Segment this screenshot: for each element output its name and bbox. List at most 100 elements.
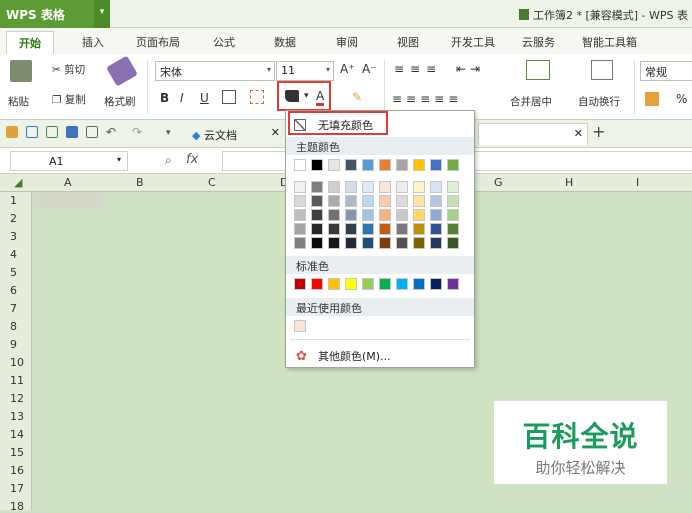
shrink-font-button[interactable]: A⁻ [362, 62, 377, 76]
tab-home[interactable]: 开始 [6, 31, 54, 54]
tab-data[interactable]: 数据 [274, 34, 296, 50]
color-swatch[interactable] [447, 159, 459, 171]
row-header-cell[interactable]: 11 [10, 374, 24, 387]
color-swatch[interactable] [328, 278, 340, 290]
italic-button[interactable]: I [180, 91, 184, 105]
color-swatch[interactable] [413, 195, 425, 207]
cloud-docs-tab[interactable]: ◆ 云文档 ✕ [186, 123, 286, 145]
color-swatch[interactable] [345, 159, 357, 171]
paste-button[interactable]: 粘贴 [8, 94, 29, 109]
column-header-cell[interactable]: C [208, 176, 216, 189]
color-swatch[interactable] [430, 159, 442, 171]
color-swatch[interactable] [379, 209, 391, 221]
copy-button[interactable]: ❐ 复制 [52, 92, 86, 107]
format-painter-button[interactable]: 格式刷 [104, 94, 136, 109]
row-header-cell[interactable]: 6 [10, 284, 17, 297]
color-swatch[interactable] [311, 237, 323, 249]
text-effect-icon[interactable]: ✎ [352, 90, 362, 104]
color-swatch[interactable] [413, 159, 425, 171]
color-swatch[interactable] [396, 237, 408, 249]
color-swatch[interactable] [345, 181, 357, 193]
color-swatch[interactable] [328, 159, 340, 171]
workbook-tab[interactable]: ✕ [478, 123, 588, 145]
row-header-cell[interactable]: 8 [10, 320, 17, 333]
color-swatch[interactable] [413, 209, 425, 221]
merge-center-icon[interactable] [526, 60, 550, 80]
color-swatch[interactable] [413, 278, 425, 290]
color-swatch[interactable] [294, 159, 306, 171]
color-swatch[interactable] [362, 181, 374, 193]
print-preview-icon[interactable] [86, 126, 98, 138]
color-swatch[interactable] [311, 195, 323, 207]
insert-function-button[interactable]: fx [186, 152, 198, 167]
cut-button[interactable]: ✂ 剪切 [52, 62, 85, 77]
font-name-select[interactable]: 宋体 ▾ [155, 61, 275, 81]
column-header-cell[interactable]: A [64, 176, 72, 189]
color-swatch[interactable] [362, 278, 374, 290]
color-swatch[interactable] [311, 209, 323, 221]
row-header-cell[interactable]: 17 [10, 482, 24, 495]
save-icon[interactable] [26, 126, 38, 138]
color-swatch[interactable] [447, 209, 459, 221]
currency-icon[interactable] [645, 92, 659, 106]
select-all-corner[interactable]: ◢ [14, 176, 22, 189]
row-header-cell[interactable]: 5 [10, 266, 17, 279]
color-swatch[interactable] [311, 278, 323, 290]
color-swatch[interactable] [396, 195, 408, 207]
tab-developer[interactable]: 开发工具 [451, 34, 495, 50]
color-swatch[interactable] [379, 223, 391, 235]
color-swatch[interactable] [396, 159, 408, 171]
color-swatch[interactable] [362, 223, 374, 235]
color-swatch[interactable] [379, 159, 391, 171]
color-swatch[interactable] [447, 278, 459, 290]
clear-format-icon[interactable] [250, 90, 264, 104]
row-header-cell[interactable]: 14 [10, 428, 24, 441]
column-header-cell[interactable]: G [494, 176, 503, 189]
app-menu-button[interactable]: WPS 表格 ▾ [0, 0, 110, 28]
color-swatch[interactable] [396, 223, 408, 235]
indent-icons[interactable]: ⇤⇥ [456, 62, 484, 76]
color-swatch[interactable] [447, 237, 459, 249]
name-box[interactable]: A1 ▾ [10, 151, 128, 171]
color-swatch[interactable] [362, 195, 374, 207]
color-swatch[interactable] [430, 209, 442, 221]
color-swatch[interactable] [430, 181, 442, 193]
color-swatch[interactable] [413, 237, 425, 249]
chevron-down-icon[interactable]: ▾ [166, 128, 178, 140]
merge-center-button[interactable]: 合并居中 [510, 94, 552, 109]
color-swatch[interactable] [328, 223, 340, 235]
color-swatch[interactable] [379, 237, 391, 249]
color-swatch[interactable] [379, 278, 391, 290]
color-swatch[interactable] [413, 223, 425, 235]
row-header-cell[interactable]: 18 [10, 500, 24, 513]
color-swatch[interactable] [294, 278, 306, 290]
chevron-down-icon[interactable]: ▾ [117, 155, 121, 164]
format-painter-icon[interactable] [106, 55, 138, 87]
tab-insert[interactable]: 插入 [82, 34, 104, 50]
row-header-cell[interactable]: 13 [10, 410, 24, 423]
color-swatch[interactable] [345, 237, 357, 249]
paste-icon[interactable] [10, 60, 32, 82]
color-swatch[interactable] [345, 195, 357, 207]
bold-button[interactable]: B [160, 91, 169, 105]
color-swatch[interactable] [294, 237, 306, 249]
color-swatch[interactable] [294, 320, 306, 332]
color-swatch[interactable] [379, 195, 391, 207]
color-swatch[interactable] [294, 195, 306, 207]
color-swatch[interactable] [430, 278, 442, 290]
row-header-cell[interactable]: 9 [10, 338, 17, 351]
align-horizontal-icons[interactable]: ≡≡≡≡≡ [392, 92, 462, 106]
new-tab-plus-icon[interactable]: + [592, 122, 605, 141]
row-header-cell[interactable]: 2 [10, 212, 17, 225]
percent-button[interactable]: % [676, 92, 687, 106]
color-swatch[interactable] [294, 223, 306, 235]
color-swatch[interactable] [362, 159, 374, 171]
color-swatch[interactable] [379, 181, 391, 193]
redo-icon[interactable]: ↷ [132, 125, 144, 139]
color-swatch[interactable] [311, 181, 323, 193]
tab-page-layout[interactable]: 页面布局 [136, 34, 180, 50]
color-swatch[interactable] [396, 278, 408, 290]
border-icon[interactable] [222, 90, 236, 104]
color-swatch[interactable] [328, 237, 340, 249]
tab-review[interactable]: 审阅 [336, 34, 358, 50]
